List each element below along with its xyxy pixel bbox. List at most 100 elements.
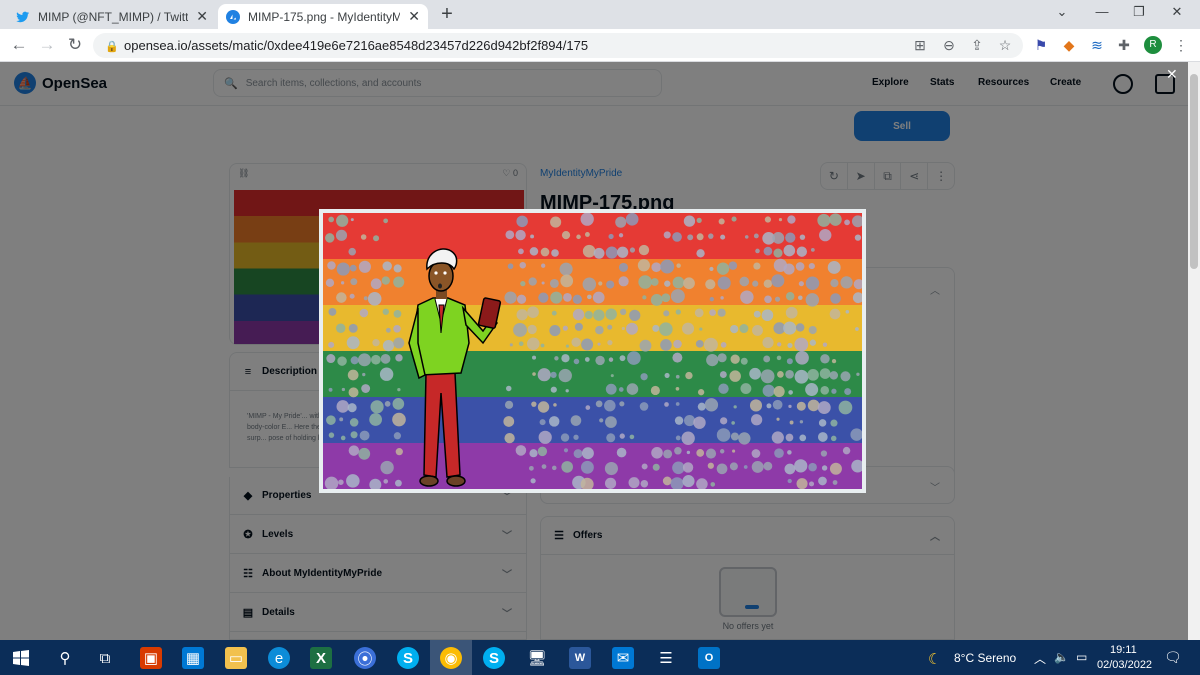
new-tab-button[interactable]: + — [436, 3, 458, 26]
network-icon[interactable]: ▭ — [1076, 650, 1087, 664]
bubble-dot — [670, 289, 685, 304]
tab-search-icon[interactable]: ⌄ — [1050, 4, 1074, 20]
remote-desktop-icon[interactable]: 🖥 — [526, 647, 548, 669]
excel-icon[interactable]: X — [310, 647, 332, 669]
search-icon[interactable]: ⚲ — [54, 647, 76, 669]
bubble-dot — [659, 322, 673, 336]
bubble-dot — [716, 262, 730, 275]
metamask-fox-icon[interactable]: ◆ — [1060, 37, 1078, 54]
bubble-dot — [554, 356, 559, 361]
windows-start-icon[interactable] — [10, 647, 32, 669]
tab-opensea[interactable]: MIMP-175.png - MyIdentityMyPr ✕ — [218, 4, 428, 29]
skype-business-icon[interactable]: S — [483, 647, 505, 669]
bubble-dot — [340, 281, 345, 285]
bubble-dot — [505, 385, 512, 392]
close-tab-icon[interactable]: ✕ — [408, 8, 420, 25]
signal-icon[interactable]: ⦿ — [354, 647, 376, 669]
extension-flag-icon[interactable]: ⚑ — [1032, 37, 1050, 54]
stack-icon[interactable]: ☰ — [655, 647, 677, 669]
zoom-icon[interactable]: ⊖ — [940, 37, 958, 54]
bubble-dot — [348, 247, 357, 256]
more-menu-icon[interactable]: ⋮ — [1172, 37, 1190, 54]
bubble-dot — [696, 233, 704, 241]
bubble-dot — [788, 390, 793, 395]
reload-icon[interactable]: ↻ — [64, 35, 86, 55]
office-icon[interactable]: ▣ — [140, 647, 162, 669]
weather-text[interactable]: 8°C Sereno — [954, 651, 1016, 665]
bubble-dot — [349, 418, 359, 427]
clock-date[interactable]: 02/03/2022 — [1097, 659, 1152, 671]
profile-avatar[interactable]: R — [1144, 36, 1162, 54]
bubble-dot — [807, 369, 819, 381]
word-icon[interactable]: W — [569, 647, 591, 669]
bubble-dot — [817, 401, 831, 415]
bubble-dot — [798, 281, 804, 287]
bubble-dot — [778, 218, 783, 222]
extension-layers-icon[interactable]: ≋ — [1088, 37, 1106, 54]
bubble-dot — [829, 462, 842, 475]
bubble-dot — [840, 371, 851, 382]
bubble-dot — [573, 358, 580, 365]
address-bar[interactable]: 🔒 opensea.io/assets/matic/0xdee419e6e721… — [93, 33, 1023, 58]
bubble-dot — [717, 353, 727, 363]
bubble-dot — [664, 280, 671, 287]
bubble-dot — [581, 338, 594, 351]
bookmark-star-icon[interactable]: ☆ — [996, 37, 1014, 54]
bubble-dot — [346, 336, 360, 350]
scrollbar-thumb[interactable] — [1190, 74, 1198, 269]
bubble-dot — [818, 419, 827, 427]
back-icon[interactable]: ← — [8, 35, 30, 55]
forward-icon[interactable]: → — [36, 35, 58, 55]
bubble-dot — [619, 308, 627, 315]
bubble-dot — [618, 262, 629, 272]
maximize-button[interactable]: ❐ — [1127, 4, 1151, 20]
bubble-dot — [538, 292, 549, 303]
chevron-up-icon[interactable]: ︿ — [1034, 650, 1046, 667]
page-scrollbar[interactable] — [1188, 62, 1200, 640]
bubble-dot — [513, 322, 527, 337]
bubble-dot — [340, 435, 346, 441]
bubble-dot — [336, 262, 350, 276]
task-view-icon[interactable]: ⧉ — [94, 647, 116, 669]
bubble-dot — [696, 249, 705, 258]
bubble-dot — [550, 371, 557, 378]
translate-icon[interactable]: ⊞ — [911, 37, 929, 54]
bubble-dot — [595, 400, 603, 408]
bubble-dot — [808, 262, 815, 270]
bubble-dot — [604, 399, 616, 412]
bubble-dot — [393, 264, 402, 273]
mail-icon[interactable]: ✉ — [612, 647, 634, 669]
edge-icon[interactable]: e — [268, 647, 290, 669]
clock-time[interactable]: 19:11 — [1110, 644, 1137, 656]
tab-twitter[interactable]: MIMP (@NFT_MIMP) / Twitter ✕ — [8, 4, 216, 29]
bubble-dot — [753, 310, 761, 318]
bubble-dot — [619, 355, 626, 362]
bubble-dot — [532, 355, 537, 360]
extensions-puzzle-icon[interactable]: ✚ — [1115, 37, 1133, 54]
minimize-button[interactable]: — — [1090, 4, 1114, 19]
bubble-dot — [799, 434, 807, 442]
bubble-dot — [392, 398, 405, 410]
close-modal-icon[interactable]: ✕ — [1166, 66, 1178, 83]
notifications-icon[interactable]: 🗨 — [1164, 649, 1182, 666]
bubble-dot — [380, 460, 394, 475]
store-icon[interactable]: ▦ — [182, 647, 204, 669]
chrome-icon[interactable]: ◉ — [440, 647, 462, 669]
bubble-dot — [537, 368, 551, 382]
bubble-dot — [541, 263, 546, 268]
bubble-dot — [705, 279, 716, 290]
volume-icon[interactable]: 🔈 — [1054, 650, 1069, 664]
close-window-button[interactable]: ✕ — [1165, 4, 1189, 20]
bubble-dot — [695, 339, 704, 348]
close-tab-icon[interactable]: ✕ — [196, 8, 208, 25]
lock-icon: 🔒 — [105, 41, 119, 53]
outlook-icon[interactable]: O — [698, 647, 720, 669]
bubble-dot — [674, 416, 684, 425]
bubble-dot — [685, 371, 693, 380]
bubble-dot — [549, 278, 559, 288]
share-icon[interactable]: ⇪ — [968, 37, 986, 54]
bubble-dot — [504, 291, 517, 304]
skype-icon[interactable]: S — [397, 647, 419, 669]
bubble-dot — [367, 292, 382, 306]
file-explorer-icon[interactable]: ▭ — [225, 647, 247, 669]
